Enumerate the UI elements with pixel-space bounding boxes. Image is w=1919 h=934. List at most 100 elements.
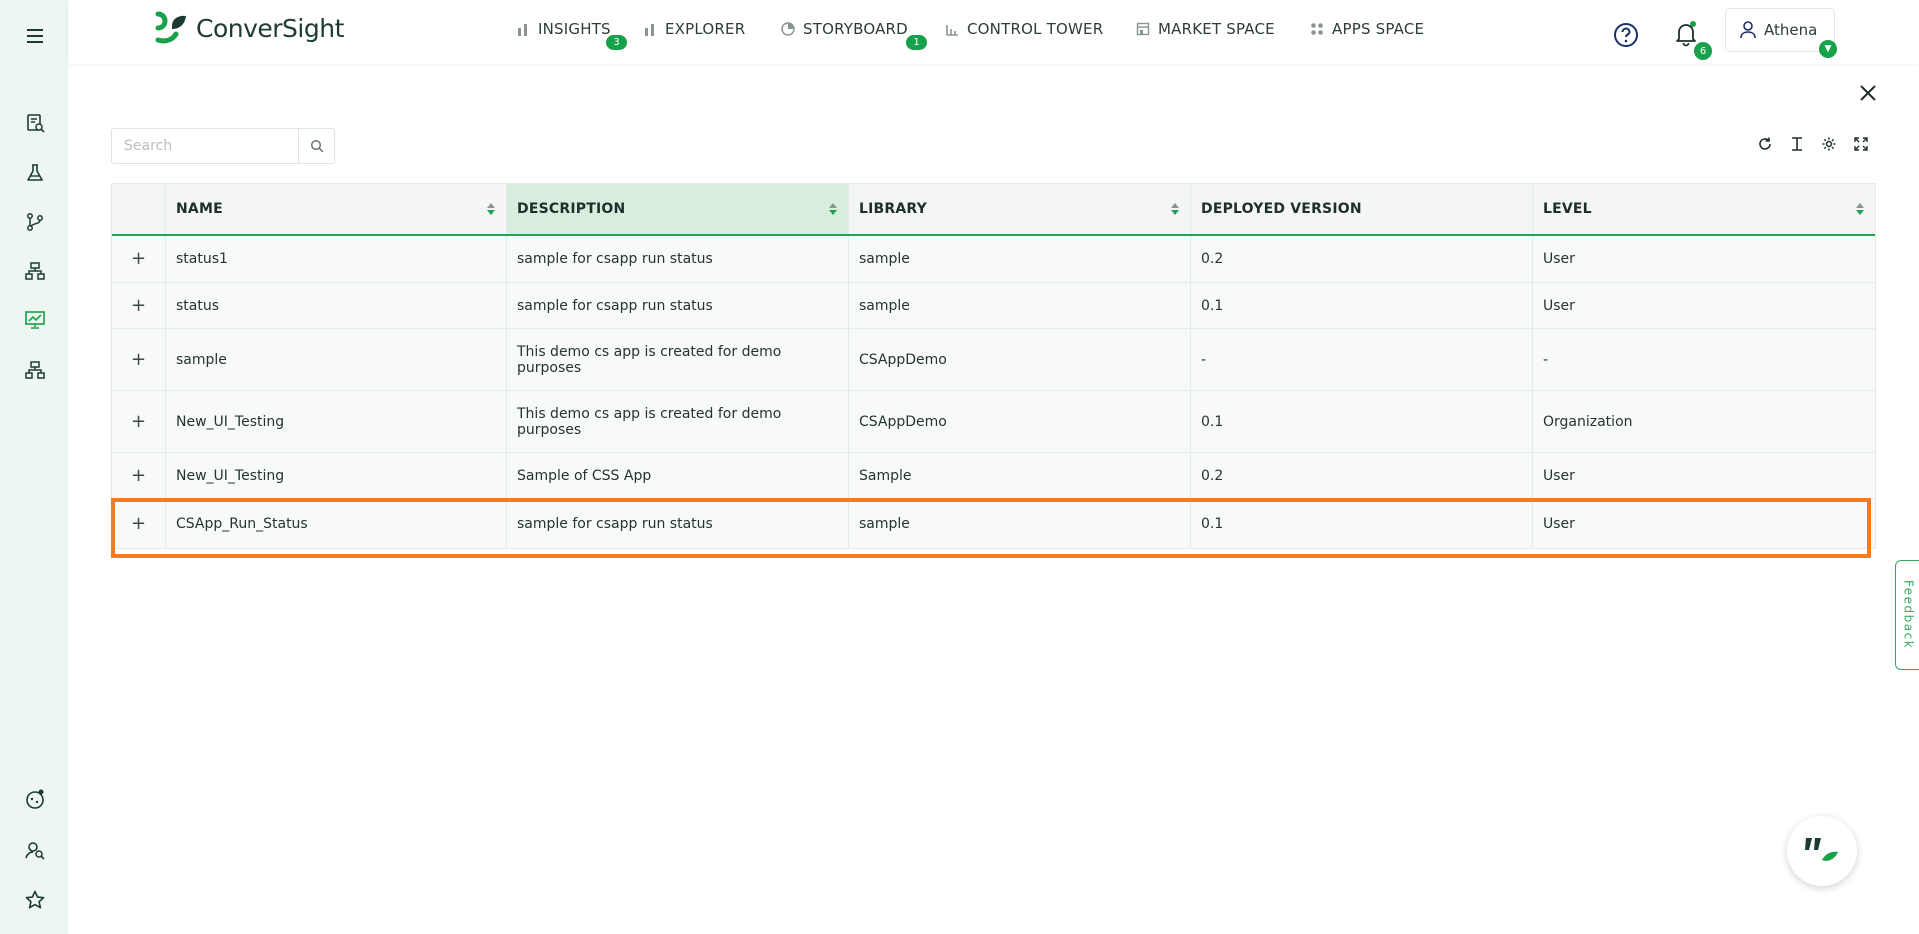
- plus-icon: +: [130, 512, 147, 534]
- search-input[interactable]: [112, 129, 299, 163]
- expand-row-button[interactable]: +: [112, 283, 166, 328]
- plus-icon: +: [130, 248, 147, 269]
- star-icon[interactable]: [22, 887, 48, 913]
- brand-logo[interactable]: ConverSight: [152, 10, 344, 46]
- pie-chart-icon: [780, 21, 796, 37]
- brand-name: ConverSight: [196, 13, 344, 43]
- tower-icon: [944, 21, 960, 37]
- cell-name: status1: [166, 236, 507, 282]
- refresh-icon[interactable]: [1755, 134, 1775, 154]
- cell-name: sample: [166, 329, 507, 390]
- nav-insights-label: INSIGHTS: [538, 20, 611, 38]
- hierarchy-icon[interactable]: [22, 258, 48, 284]
- close-icon[interactable]: [1855, 80, 1881, 106]
- column-header-label: NAME: [176, 201, 223, 217]
- table-row[interactable]: + CSApp_Run_Status sample for csapp run …: [112, 499, 1875, 549]
- nav-apps-space[interactable]: APPS SPACE: [1309, 20, 1424, 38]
- cell-description: sample for csapp run status: [507, 283, 849, 328]
- cell-library: Sample: [849, 453, 1191, 498]
- cell-level: -: [1543, 351, 1549, 368]
- cell-level: User: [1543, 515, 1575, 532]
- column-header-level[interactable]: LEVEL: [1533, 184, 1875, 234]
- sort-icon[interactable]: [828, 202, 838, 216]
- nav-control-tower-label: CONTROL TOWER: [967, 20, 1104, 38]
- cell-name: CSApp_Run_Status: [166, 499, 507, 548]
- cell-version: 0.2: [1191, 453, 1533, 498]
- table-row[interactable]: + status1 sample for csapp run status sa…: [112, 236, 1875, 283]
- feedback-label: Feedback: [1901, 580, 1916, 650]
- cell-library: CSAppDemo: [849, 391, 1191, 452]
- table-header-row: NAME DESCRIPTION LIBRARY DEPLOYED VERSIO…: [112, 183, 1875, 236]
- expand-row-button[interactable]: +: [112, 329, 166, 390]
- nav-control-tower[interactable]: CONTROL TOWER: [944, 20, 1103, 38]
- column-header-deployed-version[interactable]: DEPLOYED VERSION: [1191, 184, 1533, 234]
- cell-library: sample: [849, 236, 1191, 282]
- report-search-icon[interactable]: [22, 110, 48, 136]
- cell-description: sample for csapp run status: [507, 236, 849, 282]
- search-icon[interactable]: [298, 129, 334, 163]
- table-row[interactable]: + New_UI_Testing This demo cs app is cre…: [112, 391, 1875, 453]
- column-header-description[interactable]: DESCRIPTION: [507, 184, 849, 234]
- cell-version: 0.1: [1191, 391, 1533, 452]
- column-header-label: DESCRIPTION: [517, 201, 626, 217]
- user-icon: [1740, 21, 1756, 39]
- branch-icon[interactable]: [22, 209, 48, 235]
- storyboard-badge: 1: [906, 35, 927, 50]
- notification-count-badge: 6: [1694, 42, 1712, 60]
- cell-level: User: [1543, 467, 1575, 484]
- table-row[interactable]: + status sample for csapp run status sam…: [112, 283, 1875, 329]
- cell-library: CSAppDemo: [849, 329, 1191, 390]
- expand-row-button[interactable]: +: [112, 391, 166, 452]
- cell-level: User: [1543, 251, 1575, 267]
- column-header-library[interactable]: LIBRARY: [849, 184, 1191, 234]
- column-header-label: DEPLOYED VERSION: [1201, 201, 1362, 217]
- user-search-icon[interactable]: [22, 837, 48, 863]
- search-box: [111, 128, 335, 164]
- apps-table: NAME DESCRIPTION LIBRARY DEPLOYED VERSIO…: [111, 183, 1876, 549]
- text-height-icon[interactable]: [1787, 134, 1807, 154]
- expand-row-button[interactable]: +: [112, 499, 166, 548]
- chevron-down-icon[interactable]: ▼: [1819, 40, 1837, 58]
- help-icon[interactable]: [1612, 21, 1640, 49]
- cell-version: 0.1: [1191, 499, 1533, 548]
- sort-icon[interactable]: [486, 202, 496, 216]
- table-row[interactable]: + New_UI_Testing Sample of CSS App Sampl…: [112, 453, 1875, 499]
- settings-icon[interactable]: [1819, 134, 1839, 154]
- cell-description: sample for csapp run status: [507, 499, 849, 548]
- plus-icon: +: [130, 294, 147, 316]
- flask-icon[interactable]: [22, 160, 48, 186]
- chat-assistant-button[interactable]: [1787, 816, 1857, 886]
- bar-chart-icon: [515, 21, 531, 37]
- plus-icon: +: [130, 348, 147, 370]
- cell-library: sample: [849, 499, 1191, 548]
- nav-market-space[interactable]: MARKET SPACE: [1135, 20, 1275, 38]
- nav-explorer[interactable]: EXPLORER: [642, 20, 745, 38]
- column-header-name[interactable]: NAME: [166, 184, 507, 234]
- expand-row-button[interactable]: +: [112, 453, 166, 498]
- expand-icon[interactable]: [1851, 134, 1871, 154]
- nav-apps-space-label: APPS SPACE: [1332, 20, 1425, 38]
- expand-column-header: [112, 184, 166, 234]
- sort-icon[interactable]: [1855, 202, 1865, 216]
- menu-icon[interactable]: [22, 23, 48, 49]
- bar-chart-icon: [642, 21, 658, 37]
- user-name: Athena: [1764, 21, 1818, 39]
- presentation-chart-icon[interactable]: [22, 307, 48, 333]
- expand-row-button[interactable]: +: [112, 236, 166, 282]
- cell-level: Organization: [1543, 413, 1633, 430]
- cell-description: This demo cs app is created for demo pur…: [507, 329, 849, 390]
- bot-icon[interactable]: [22, 786, 48, 812]
- chat-assistant-icon: [1805, 838, 1838, 861]
- cell-level: User: [1543, 297, 1575, 314]
- column-header-label: LEVEL: [1543, 201, 1592, 217]
- table-row[interactable]: + sample This demo cs app is created for…: [112, 329, 1875, 391]
- sort-icon[interactable]: [1170, 202, 1180, 216]
- cell-name: status: [166, 283, 507, 328]
- cell-description: This demo cs app is created for demo pur…: [507, 391, 849, 452]
- feedback-tab[interactable]: Feedback: [1895, 560, 1919, 670]
- grid-apps-icon: [1309, 21, 1325, 37]
- nav-storyboard[interactable]: STORYBOARD: [780, 20, 908, 38]
- conversight-logo-icon: [155, 11, 186, 44]
- nav-insights[interactable]: INSIGHTS: [515, 20, 611, 38]
- org-chart-icon[interactable]: [22, 357, 48, 383]
